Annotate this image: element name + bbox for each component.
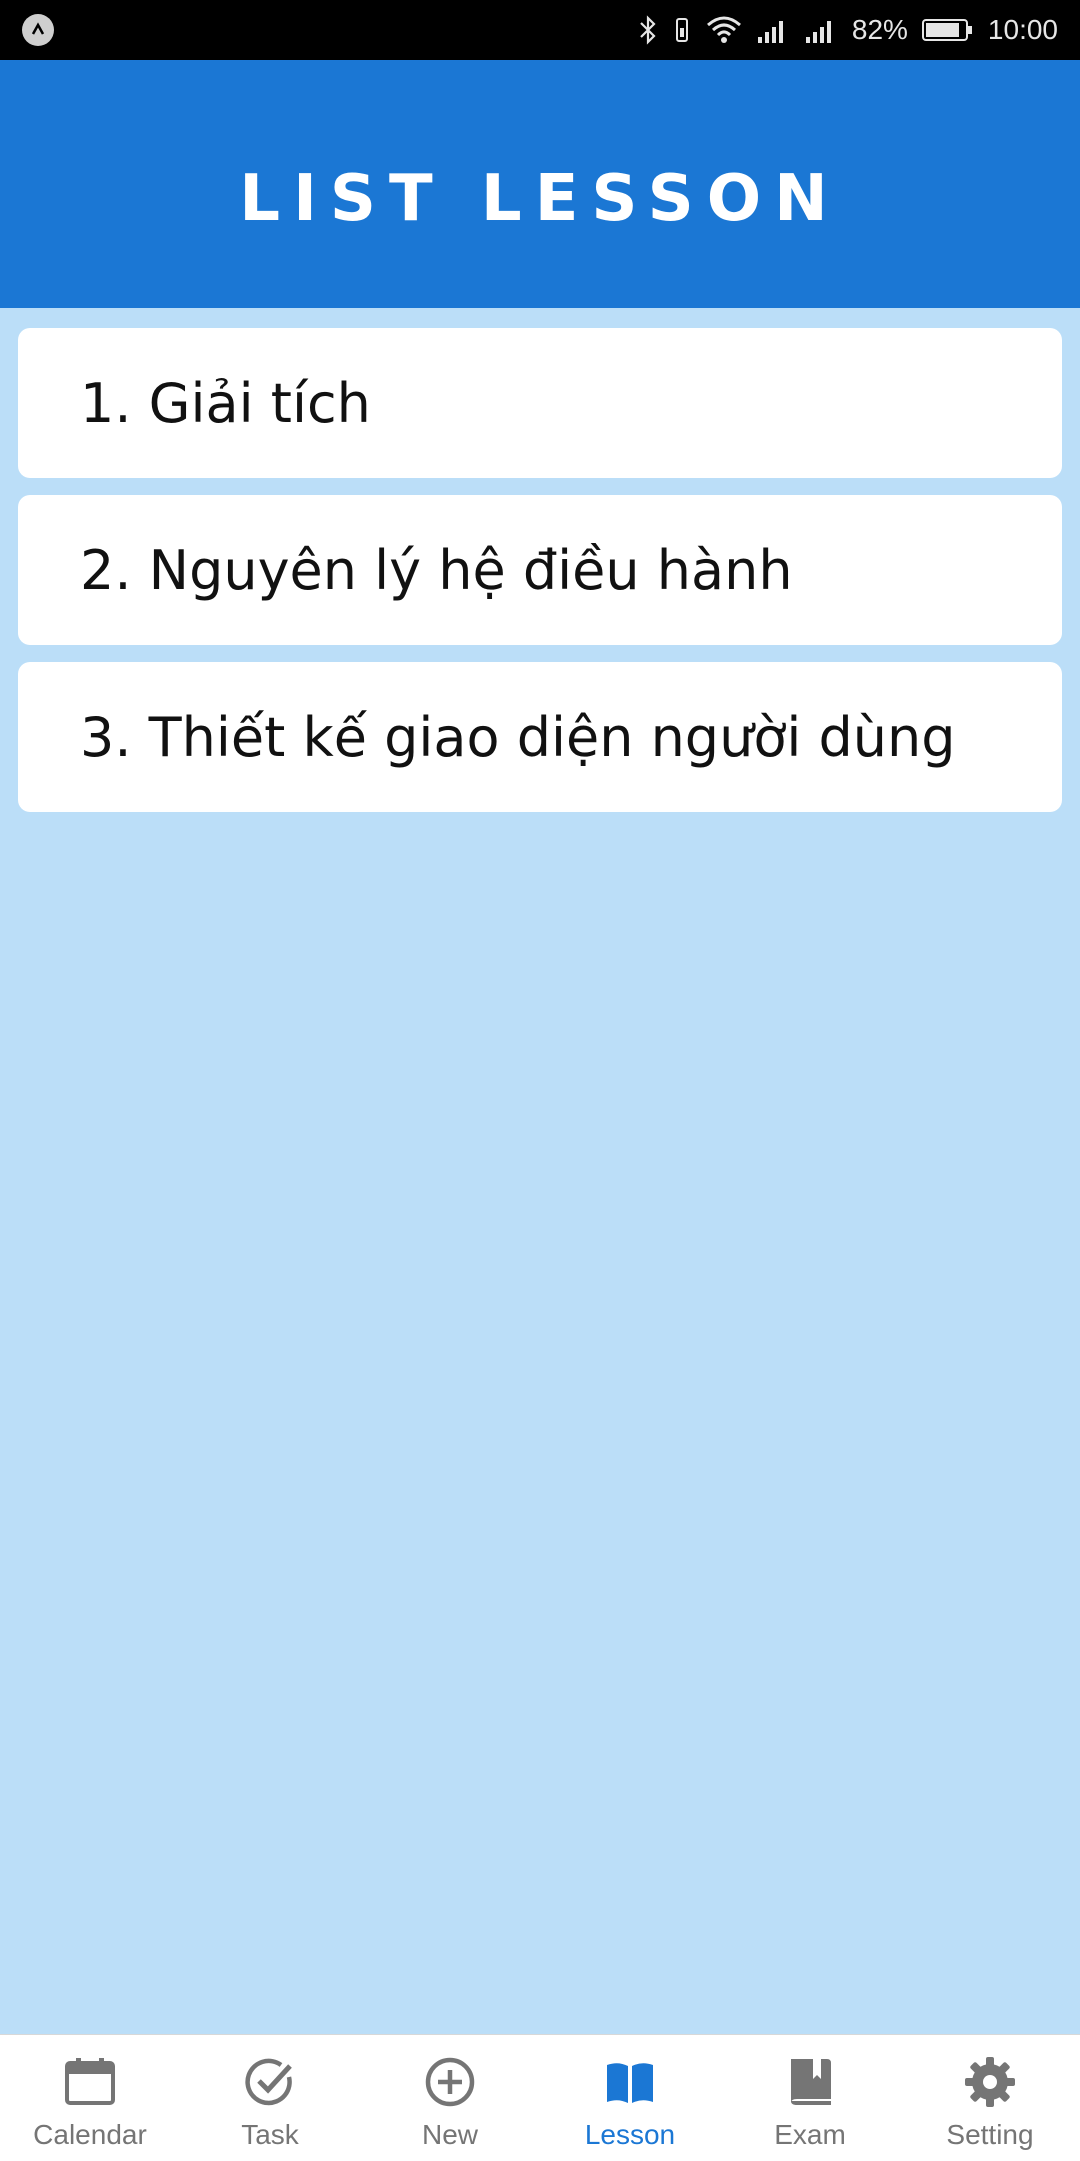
wifi-icon [706,16,741,43]
page-title: LIST LESSON [239,162,841,236]
tab-label: Calendar [33,2119,147,2150]
signal-icon [757,21,783,43]
status-time: 10:00 [987,14,1058,45]
tab-label: Exam [774,2119,846,2150]
plus-circle-icon [425,2057,475,2107]
tab-exam[interactable]: Exam [720,2035,900,2161]
app-header: LIST LESSON [0,60,1080,308]
lesson-item[interactable]: 3. Thiết kế giao diện người dùng [18,662,1062,812]
calendar-icon [65,2058,115,2105]
tab-calendar[interactable]: Calendar [0,2035,180,2161]
lesson-list: 1. Giải tích 2. Nguyên lý hệ điều hành 3… [18,328,1062,829]
lesson-label: 1. Giải tích [80,371,371,435]
app-notification-icon [22,14,54,46]
tab-label: Task [241,2119,299,2150]
bluetooth-icon [640,15,656,45]
tab-label: New [421,2119,478,2150]
tab-setting[interactable]: Setting [900,2035,1080,2161]
lesson-label: 2. Nguyên lý hệ điều hành [80,538,793,602]
check-circle-icon [245,2058,292,2106]
closed-book-icon [791,2059,831,2105]
lesson-label: 3. Thiết kế giao diện người dùng [80,705,956,769]
tab-label: Lesson [584,2119,676,2150]
open-book-icon [607,2063,653,2103]
tab-task[interactable]: Task [180,2035,360,2161]
lesson-item[interactable]: 1. Giải tích [18,328,1062,478]
gear-icon [965,2057,1015,2107]
vibrate-icon [675,18,688,42]
tab-new[interactable]: New [360,2035,540,2161]
bottom-tab-bar: Calendar Task New Lesson Exam Setting [0,2034,1080,2161]
signal-icon [805,21,831,43]
status-bar: 82% 10:00 [0,0,1080,60]
lesson-item[interactable]: 2. Nguyên lý hệ điều hành [18,495,1062,645]
tab-lesson[interactable]: Lesson [540,2035,720,2161]
battery-percent: 82% [851,14,908,45]
battery-icon [921,19,972,41]
tab-label: Setting [946,2119,1034,2150]
